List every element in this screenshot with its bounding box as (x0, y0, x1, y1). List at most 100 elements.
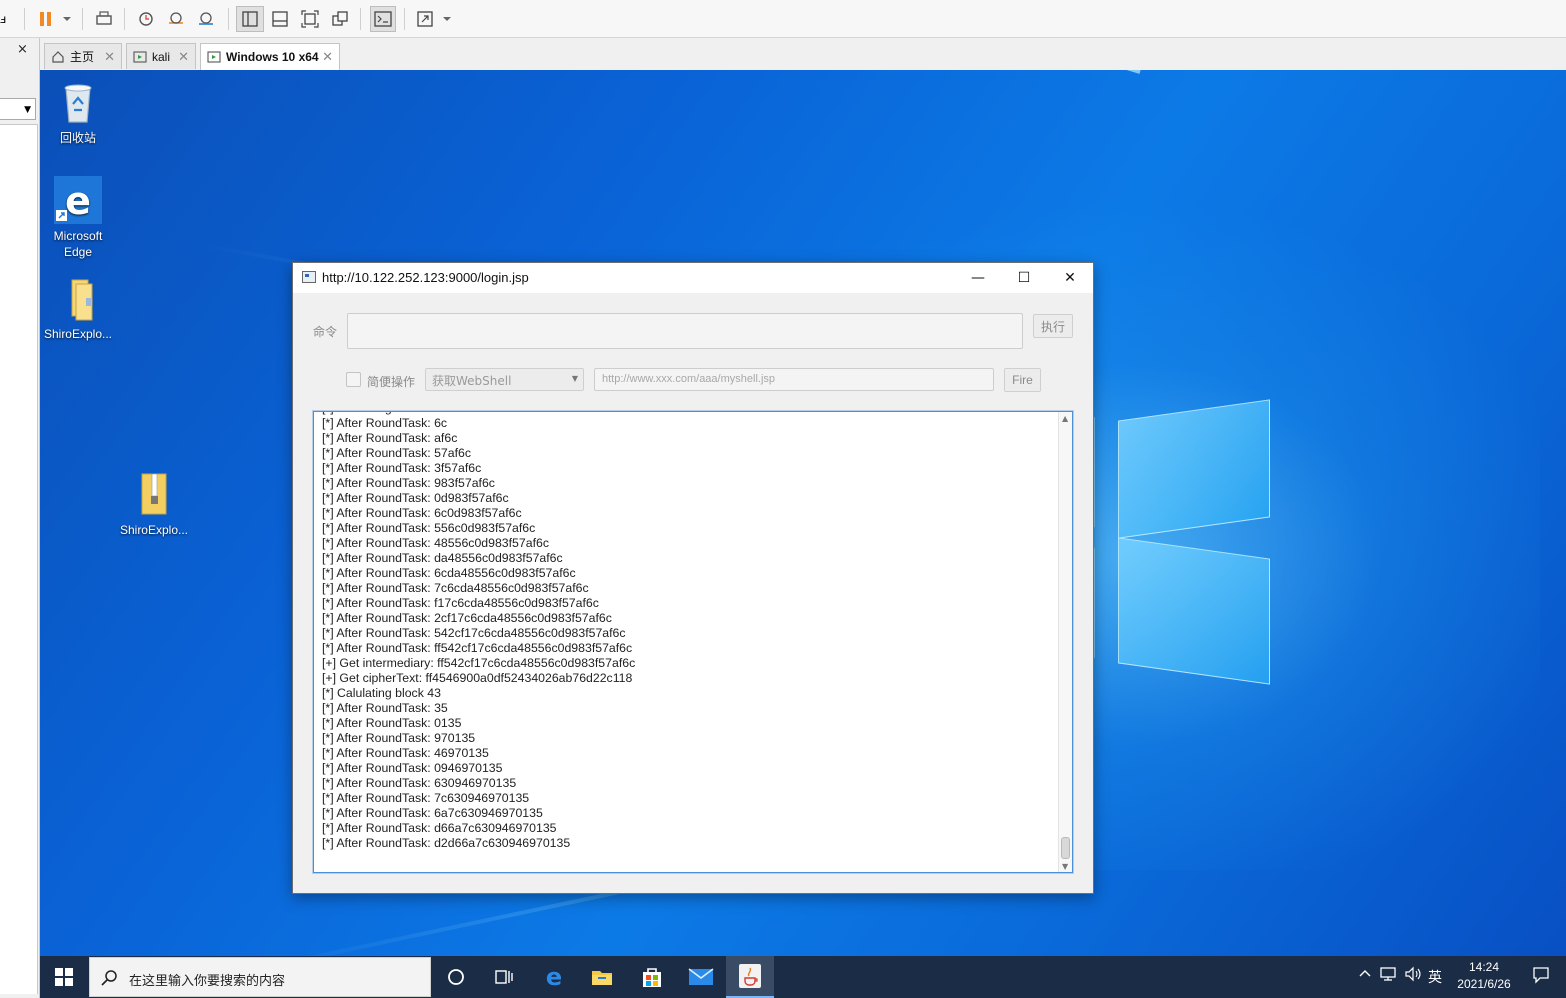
stretch-button[interactable] (414, 6, 454, 32)
system-clock[interactable]: 14:24 2021/6/26 (1448, 959, 1520, 993)
send-ctrl-alt-del-button[interactable] (92, 6, 116, 32)
window-titlebar[interactable]: http://10.122.252.123:9000/login.jsp — ☐… (293, 263, 1093, 293)
tab-home[interactable]: 主页 ✕ (44, 43, 122, 69)
library-close-button[interactable]: × (17, 42, 28, 57)
menu-fragment[interactable]: ⅎ (0, 6, 10, 32)
library-panel: × ▼ (0, 38, 40, 998)
log-line: [*] After RoundTask: 7c6cda48556c0d983f5… (322, 581, 589, 595)
thumbnail-icon (272, 11, 288, 27)
taskbar: 在这里输入你要搜索的内容 e 英 14:24 2021/6/26 (40, 956, 1566, 998)
console-view-button[interactable] (370, 6, 396, 32)
taskbar-java[interactable] (726, 956, 774, 998)
home-icon (51, 50, 65, 64)
thumbnail-bar-button[interactable] (268, 6, 292, 32)
scroll-down-icon[interactable]: ▼ (1062, 862, 1068, 871)
output-log[interactable]: [*] Calulating block 44[*] After RoundTa… (313, 411, 1073, 873)
taskbar-file-explorer[interactable] (578, 956, 626, 998)
taskbar-mail[interactable] (677, 956, 725, 998)
tab-close-icon[interactable]: ✕ (178, 49, 189, 65)
file-explorer-icon (592, 971, 612, 985)
network-icon[interactable] (1380, 966, 1398, 986)
revert-icon (169, 12, 183, 24)
taskbar-edge[interactable]: e (530, 956, 578, 998)
webshell-select-value: 获取WebShell (432, 374, 512, 388)
desktop-icon-label: 回收站 (59, 131, 96, 145)
desktop-icon-label: ShiroExplo... (119, 523, 189, 537)
scroll-thumb[interactable] (1061, 837, 1070, 859)
log-line: [*] After RoundTask: 0135 (322, 716, 462, 730)
webshell-select[interactable]: 获取WebShell ▼ (425, 368, 584, 391)
tab-label: kali (152, 49, 171, 64)
log-line: [*] After RoundTask: 48556c0d983f57af6c (322, 536, 549, 550)
task-view-icon (495, 970, 513, 984)
task-view-button[interactable] (480, 956, 528, 998)
tab-close-icon[interactable]: ✕ (104, 49, 115, 65)
log-line: [*] After RoundTask: 556c0d983f57af6c (322, 521, 536, 535)
keyboard-icon (96, 11, 112, 25)
store-icon (643, 968, 661, 987)
unity-button[interactable] (328, 6, 352, 32)
snapshot-manager-button[interactable] (194, 6, 218, 32)
minimize-icon: — (971, 270, 985, 286)
taskbar-search[interactable]: 在这里输入你要搜索的内容 (89, 957, 431, 997)
start-button[interactable] (40, 956, 88, 998)
tray-chevron-icon[interactable] (1358, 966, 1372, 984)
log-line: [*] After RoundTask: af6c (322, 431, 458, 445)
log-line: [*] Calulating block 43 (322, 686, 441, 700)
ime-indicator[interactable]: 英 (1428, 967, 1442, 987)
desktop-icon-shiro-folder[interactable]: ShiroExplo... (40, 274, 116, 342)
library-tree[interactable] (0, 124, 38, 994)
log-line: [*] After RoundTask: 7c630946970135 (322, 791, 530, 805)
show-library-button[interactable] (236, 6, 264, 32)
log-line: [+] Get cipherText: ff4546900a0df5243402… (322, 671, 633, 685)
log-line: [*] After RoundTask: 542cf17c6cda48556c0… (322, 626, 626, 640)
command-label: 命令 (313, 325, 338, 339)
tab-kali[interactable]: kali ✕ (126, 43, 196, 69)
volume-icon[interactable] (1404, 966, 1422, 986)
cortana-button[interactable] (432, 956, 480, 998)
minimize-button[interactable]: — (955, 263, 1001, 293)
desktop-icon-edge[interactable]: e Microsoft Edge (40, 176, 116, 260)
log-line: [*] After RoundTask: 2cf17c6cda48556c0d9… (322, 611, 612, 625)
full-screen-button[interactable] (298, 6, 322, 32)
windows-logo-icon (55, 968, 73, 986)
log-line: [*] After RoundTask: 0d983f57af6c (322, 491, 509, 505)
taskbar-store[interactable] (628, 956, 676, 998)
clock-date: 2021/6/26 (1457, 977, 1511, 991)
log-line: [*] After RoundTask: ff542cf17c6cda48556… (322, 641, 633, 655)
log-scrollbar[interactable]: ▲ ▼ (1058, 412, 1072, 872)
vm-tab-bar: 主页 ✕ kali ✕ Windows 10 x64 ✕ (40, 38, 1566, 70)
library-search-dropdown[interactable]: ▼ (0, 98, 36, 120)
easy-mode-checkbox[interactable] (346, 372, 361, 387)
fire-button[interactable]: Fire (1004, 368, 1041, 392)
vm-running-icon (207, 50, 221, 64)
shell-url-input[interactable]: http://www.xxx.com/aaa/myshell.jsp (594, 368, 994, 391)
pause-icon (40, 12, 71, 26)
desktop-icon-recycle-bin[interactable]: 回收站 (40, 78, 116, 146)
desktop-icon-label: Edge (63, 245, 93, 259)
chevron-down-icon: ▼ (24, 105, 31, 115)
log-line: [*] After RoundTask: 983f57af6c (322, 476, 495, 490)
tab-close-icon[interactable]: ✕ (322, 49, 333, 65)
maximize-button[interactable]: ☐ (1001, 263, 1047, 293)
close-button[interactable]: ✕ (1047, 263, 1093, 293)
snapshot-button[interactable] (134, 6, 158, 32)
stretch-icon (417, 11, 451, 27)
log-lines: [*] Calulating block 44[*] After RoundTa… (322, 412, 1052, 851)
cortana-icon (448, 969, 464, 985)
recycle-bin-icon (54, 78, 102, 126)
tab-windows-10-x64[interactable]: Windows 10 x64 ✕ (200, 43, 340, 70)
execute-button[interactable]: 执行 (1033, 314, 1073, 338)
clock-time: 14:24 (1468, 960, 1500, 974)
notification-center-icon[interactable] (1532, 966, 1550, 988)
desktop-icon-shiro-zip[interactable]: ShiroExplo... (116, 470, 192, 538)
wallpaper-logo-pane (1118, 399, 1270, 539)
revert-snapshot-button[interactable] (164, 6, 188, 32)
log-line: [*] After RoundTask: 57af6c (322, 446, 472, 460)
log-line: [*] After RoundTask: 970135 (322, 731, 476, 745)
maximize-icon: ☐ (1017, 270, 1031, 286)
scroll-up-icon[interactable]: ▲ (1062, 414, 1068, 423)
suspend-button[interactable] (34, 6, 74, 32)
log-line: [*] After RoundTask: 6a7c630946970135 (322, 806, 543, 820)
command-input[interactable] (347, 313, 1023, 349)
